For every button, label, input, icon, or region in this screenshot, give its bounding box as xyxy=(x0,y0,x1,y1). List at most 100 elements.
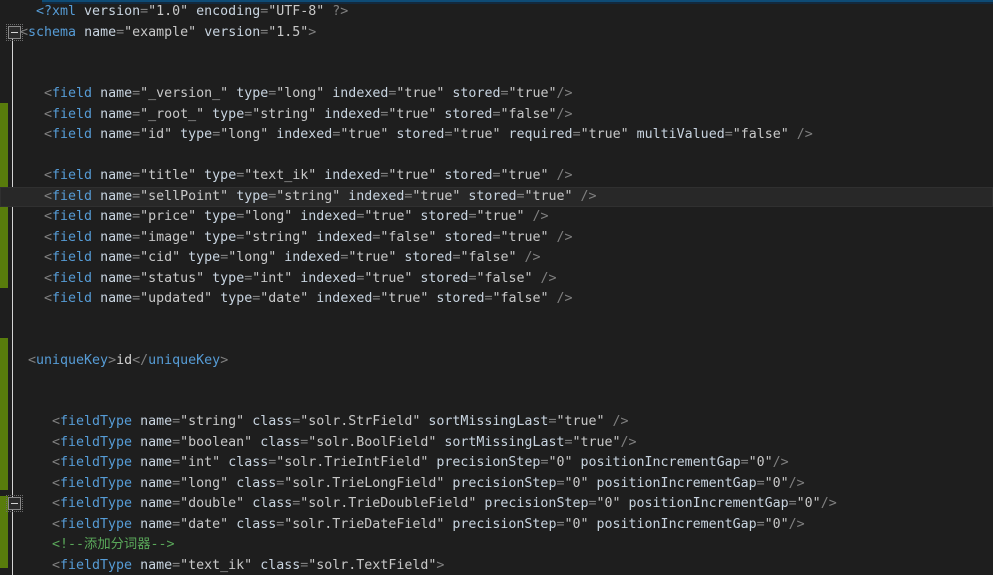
code-token-val: "false" xyxy=(500,106,557,122)
code-token-eq: = xyxy=(756,516,765,532)
code-line[interactable]: <field name="status" type="int" indexed=… xyxy=(0,269,993,290)
code-token-val: "text_ik" xyxy=(244,168,317,183)
code-token-val: "cid" xyxy=(140,250,181,265)
code-token-val: "true" xyxy=(388,106,437,122)
code-token-val: "date" xyxy=(260,291,309,306)
code-token-attr: positionIncrementGap xyxy=(580,455,741,470)
code-line[interactable] xyxy=(0,392,993,413)
code-token-val: "false" xyxy=(732,127,789,142)
code-line[interactable]: <field name="cid" type="long" indexed="t… xyxy=(0,248,993,269)
code-token-punct: < xyxy=(52,496,61,511)
code-token-attr: stored xyxy=(420,209,469,224)
code-token-val: "string" xyxy=(276,188,341,204)
code-line[interactable] xyxy=(0,43,993,64)
code-line[interactable]: <schema name="example" version="1.5"> xyxy=(0,23,993,44)
code-token-attr: type xyxy=(236,86,269,101)
code-token-attr: name xyxy=(140,414,173,429)
code-token-punct: /> xyxy=(788,516,805,532)
code-token-attr: class xyxy=(236,516,277,532)
code-line-current[interactable]: <field name="sellPoint" type="string" in… xyxy=(0,186,993,207)
code-token-punct: < xyxy=(44,229,53,245)
code-line[interactable]: <fieldType name="string" class="solr.Str… xyxy=(0,412,993,433)
code-line[interactable]: <uniqueKey>id</uniqueKey> xyxy=(0,351,993,372)
code-line[interactable]: <field name="updated" type="date" indexe… xyxy=(0,289,993,310)
code-token-val: "true" xyxy=(348,250,397,265)
code-line[interactable]: <fieldType name="int" class="solr.TrieIn… xyxy=(0,453,993,474)
code-token-punct: < xyxy=(52,455,61,470)
code-line[interactable]: <fieldType name="date" class="solr.TrieD… xyxy=(0,515,993,536)
code-line[interactable]: <field name="image" type="string" indexe… xyxy=(0,228,993,249)
code-token-punct: /> xyxy=(548,168,573,183)
code-content-area[interactable]: <?xml version="1.0" encoding="UTF-8" ?> <… xyxy=(0,0,993,575)
code-token-tag: field xyxy=(52,168,93,183)
code-token-attr: required xyxy=(508,127,573,142)
code-token-attr: indexed xyxy=(348,188,405,204)
code-token-tag: fieldType xyxy=(60,496,133,511)
code-line[interactable]: <field name="_version_" type="long" inde… xyxy=(0,84,993,105)
code-token-attr: positionIncrementGap xyxy=(596,516,757,532)
code-token-val: "true" xyxy=(380,291,429,306)
code-token-val: "true" xyxy=(388,168,437,183)
code-token-val: "title" xyxy=(140,168,197,183)
code-token-attr: class xyxy=(228,455,269,470)
code-token-attr: type xyxy=(220,291,253,306)
code-token-punct: < xyxy=(44,86,53,101)
code-token-attr: stored xyxy=(444,106,493,122)
code-token-attr: version xyxy=(84,4,141,19)
code-token-eq: = xyxy=(172,496,181,511)
code-token-attr: name xyxy=(100,270,133,286)
code-token-val: "sellPoint" xyxy=(140,188,229,204)
code-line[interactable] xyxy=(0,330,993,351)
code-line[interactable]: <field name="id" type="long" indexed="tr… xyxy=(0,125,993,146)
code-line[interactable] xyxy=(0,371,993,392)
code-token-val: "string" xyxy=(180,414,245,429)
code-token-punct: > xyxy=(436,557,445,573)
code-token-val: "0" xyxy=(596,496,621,511)
code-token-val: "true" xyxy=(452,127,501,142)
code-line[interactable] xyxy=(0,146,993,167)
code-line[interactable]: <field name="title" type="text_ik" index… xyxy=(0,166,993,187)
code-line[interactable]: <field name="_root_" type="string" index… xyxy=(0,105,993,126)
code-token-val: "solr.TrieDoubleField" xyxy=(300,496,477,511)
code-token-eq: = xyxy=(172,455,181,470)
code-token-val: "text_ik" xyxy=(180,557,253,573)
code-token-tag: field xyxy=(52,250,93,265)
code-token-eq: = xyxy=(116,24,125,40)
code-token-attr: stored xyxy=(444,229,493,245)
code-line[interactable]: <fieldType name="long" class="solr.TrieL… xyxy=(0,474,993,495)
code-token-val: "0" xyxy=(764,475,789,491)
code-token-eq: = xyxy=(132,106,141,122)
code-token-val: "_root_" xyxy=(140,106,205,122)
code-line[interactable]: <!--添加分词器--> xyxy=(0,535,993,556)
code-token-attr: name xyxy=(100,291,133,306)
code-token-comment: <!--添加分词器--> xyxy=(52,537,175,552)
code-token-eq: = xyxy=(132,168,141,183)
code-token-attr: name xyxy=(100,168,133,183)
code-token-attr: stored xyxy=(452,86,501,101)
code-token-punct: /> xyxy=(524,209,549,224)
code-line[interactable]: <fieldType name="boolean" class="solr.Bo… xyxy=(0,433,993,454)
code-token-eq: = xyxy=(172,557,181,573)
code-line[interactable]: <?xml version="1.0" encoding="UTF-8" ?> xyxy=(0,2,993,23)
code-token-attr: name xyxy=(140,475,173,491)
code-token-punct: /> xyxy=(556,86,573,101)
code-line[interactable]: <fieldType name="text_ik" class="solr.Te… xyxy=(0,556,993,575)
code-token-eq: = xyxy=(172,475,181,491)
code-line[interactable]: <field name="price" type="long" indexed=… xyxy=(0,207,993,228)
code-line[interactable]: <fieldType name="double" class="solr.Tri… xyxy=(0,494,993,515)
code-token-val: "int" xyxy=(180,455,221,470)
code-line[interactable] xyxy=(0,310,993,331)
code-token-punct: > xyxy=(308,24,317,40)
code-token-attr: sortMissingLast xyxy=(428,414,549,429)
code-line[interactable] xyxy=(0,64,993,85)
code-token-tag: field xyxy=(52,188,93,204)
